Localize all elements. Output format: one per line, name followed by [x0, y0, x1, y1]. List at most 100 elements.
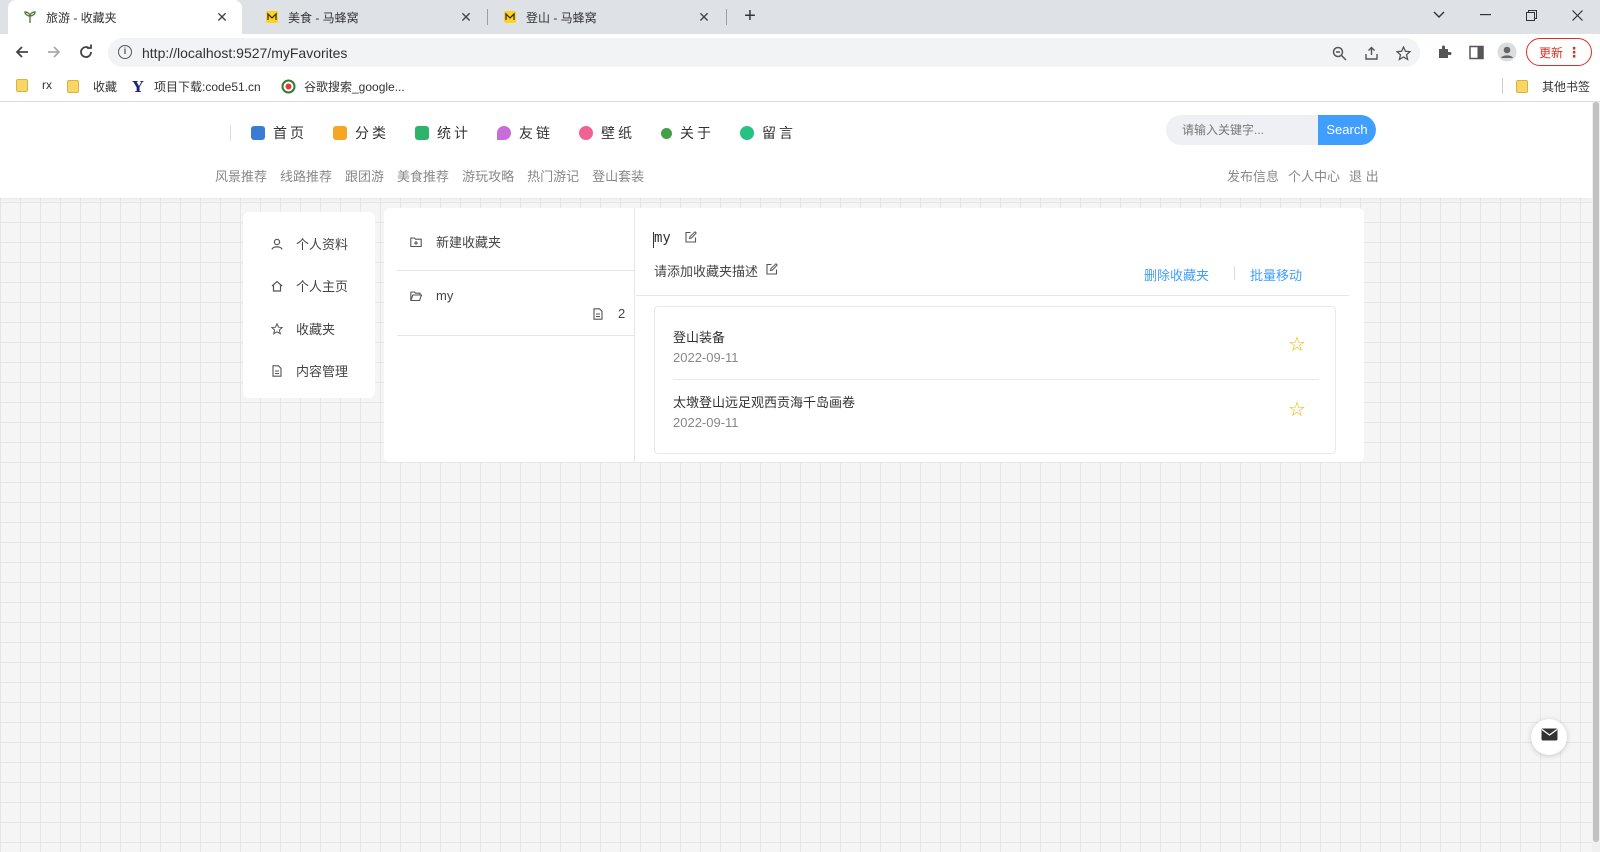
sidebar-item-content[interactable]: 内容管理: [271, 361, 348, 380]
restore-button[interactable]: [1508, 0, 1554, 30]
bookmark-google-search[interactable]: 谷歌搜索_google...: [280, 78, 405, 95]
edit-icon[interactable]: [766, 263, 778, 278]
bookmark-rx[interactable]: rx: [16, 78, 52, 92]
home-icon: [271, 280, 283, 292]
bookmark-code51[interactable]: Y 项目下载:code51.cn: [130, 78, 261, 96]
category-icon: [333, 126, 347, 140]
subnav-item[interactable]: 游玩攻略: [462, 166, 514, 185]
nav-label: 留言: [762, 125, 796, 141]
close-icon[interactable]: ✕: [458, 9, 474, 26]
subnav-item[interactable]: 线路推荐: [280, 166, 332, 185]
site-header: 首页 分类 统计 友链 壁纸 关于 留言 请输入关键字... Search 风景…: [0, 102, 1592, 198]
tab-search-button[interactable]: [1416, 0, 1462, 30]
url-text[interactable]: http://localhost:9527/myFavorites: [142, 45, 347, 61]
nav-label: 分类: [355, 125, 389, 141]
site-info-icon[interactable]: i: [118, 45, 132, 59]
nav-label: 壁纸: [601, 125, 635, 141]
page-scrollbar[interactable]: [1592, 102, 1600, 852]
sidebar-item-favorites[interactable]: 收藏夹: [271, 319, 335, 338]
user-center-link[interactable]: 个人中心: [1288, 166, 1340, 185]
delete-folder-button[interactable]: 删除收藏夹: [1144, 265, 1209, 284]
profile-avatar-icon[interactable]: [1497, 42, 1517, 62]
site-search: Search: [1166, 115, 1376, 145]
list-item[interactable]: 登山装备 2022-09-11 ☆: [673, 327, 1319, 391]
folder-title[interactable]: my: [653, 230, 697, 248]
favorite-title[interactable]: 太墩登山远足观西贡海千岛画卷: [673, 392, 855, 411]
star-icon[interactable]: ☆: [1288, 400, 1306, 420]
nav-label: 友链: [519, 125, 553, 141]
user-icon: [271, 238, 283, 250]
palette-icon: [579, 126, 593, 140]
side-panel-icon[interactable]: [1466, 42, 1486, 62]
heart-icon: [497, 126, 511, 140]
back-button[interactable]: [10, 40, 34, 64]
zoom-icon[interactable]: [1330, 45, 1348, 61]
folder-description-text[interactable]: 请添加收藏夹描述: [654, 261, 758, 280]
bookmark-favorites[interactable]: 收藏: [67, 78, 117, 95]
search-button[interactable]: Search: [1318, 115, 1376, 145]
folder-add-icon: [410, 236, 422, 248]
bookmark-separator: [1502, 78, 1503, 94]
browser-toolbar: i http://localhost:9527/myFavorites 更新 ⋮: [0, 34, 1600, 70]
list-item[interactable]: 太墩登山远足观西贡海千岛画卷 2022-09-11 ☆: [673, 392, 1319, 456]
nav-item-home[interactable]: 首页: [251, 123, 307, 143]
browser-tab-hiking[interactable]: 登山 - 马蜂窝 ✕: [488, 0, 724, 34]
edit-icon[interactable]: [685, 230, 697, 246]
nav-item-wallpaper[interactable]: 壁纸: [579, 123, 635, 143]
folder-list: 新建收藏夹 my 2: [384, 208, 635, 462]
bookmark-label: 项目下载:code51.cn: [154, 80, 261, 94]
more-menu-icon: ⋮: [1567, 44, 1581, 60]
close-window-button[interactable]: [1554, 0, 1600, 30]
sidebar-item-homepage[interactable]: 个人主页: [271, 276, 348, 295]
mail-button[interactable]: [1531, 719, 1567, 755]
subnav-item[interactable]: 跟团游: [345, 166, 384, 185]
nav-item-message[interactable]: 留言: [740, 123, 796, 143]
subnav-item[interactable]: 风景推荐: [215, 166, 267, 185]
address-bar[interactable]: i http://localhost:9527/myFavorites: [108, 38, 1420, 67]
share-icon[interactable]: [1362, 45, 1380, 61]
bookmark-star-icon[interactable]: [1394, 45, 1412, 61]
other-bookmarks-label: 其他书签: [1542, 80, 1591, 94]
sidebar-item-label: 内容管理: [296, 364, 349, 379]
browser-tab-favorites[interactable]: 旅游 - 收藏夹 ✕: [8, 0, 242, 34]
batch-move-button[interactable]: 批量移动: [1250, 265, 1302, 284]
subnav-item[interactable]: 登山套装: [592, 166, 644, 185]
scrollbar-thumb[interactable]: [1593, 102, 1599, 842]
folder-title-text[interactable]: my: [654, 230, 671, 246]
star-icon[interactable]: ☆: [1288, 335, 1306, 355]
document-icon: [271, 364, 283, 377]
logout-link[interactable]: 退 出: [1349, 166, 1379, 185]
folder-description[interactable]: 请添加收藏夹描述: [654, 261, 778, 280]
nav-item-about[interactable]: 关于: [661, 123, 714, 143]
close-icon[interactable]: ✕: [696, 9, 712, 26]
search-input[interactable]: [1166, 115, 1318, 145]
nav-item-stats[interactable]: 统计: [415, 123, 471, 143]
text-caret: [653, 232, 654, 248]
other-bookmarks[interactable]: 其他书签: [1516, 78, 1590, 95]
publish-link[interactable]: 发布信息: [1227, 166, 1279, 185]
bookmark-label: 谷歌搜索_google...: [304, 80, 405, 94]
nav-item-category[interactable]: 分类: [333, 123, 389, 143]
forward-button[interactable]: [42, 40, 66, 64]
sidebar-item-label: 个人主页: [296, 279, 349, 294]
update-button[interactable]: 更新 ⋮: [1526, 38, 1592, 66]
subnav-item[interactable]: 美食推荐: [397, 166, 449, 185]
minimize-button[interactable]: [1462, 0, 1508, 30]
browser-tab-food[interactable]: 美食 - 马蜂窝 ✕: [250, 0, 486, 34]
mafengwo-icon: [502, 9, 518, 25]
sidebar-item-profile[interactable]: 个人资料: [271, 234, 348, 253]
favorite-title[interactable]: 登山装备: [673, 327, 725, 346]
main-nav: 首页 分类 统计 友链 壁纸 关于 留言: [230, 118, 822, 148]
close-icon[interactable]: ✕: [214, 9, 230, 26]
favorite-date: 2022-09-11: [673, 350, 739, 365]
new-tab-button[interactable]: +: [738, 5, 762, 29]
favorite-date: 2022-09-11: [673, 415, 739, 430]
reload-button[interactable]: [74, 40, 98, 64]
subnav-item[interactable]: 热门游记: [527, 166, 579, 185]
profile-sidebar: 个人资料 个人主页 收藏夹 内容管理: [243, 212, 375, 398]
new-folder-button[interactable]: 新建收藏夹: [410, 232, 501, 251]
nav-item-links[interactable]: 友链: [497, 123, 553, 143]
folder-item[interactable]: my: [410, 288, 453, 303]
extensions-icon[interactable]: [1434, 42, 1454, 62]
tab-separator: [726, 9, 727, 25]
